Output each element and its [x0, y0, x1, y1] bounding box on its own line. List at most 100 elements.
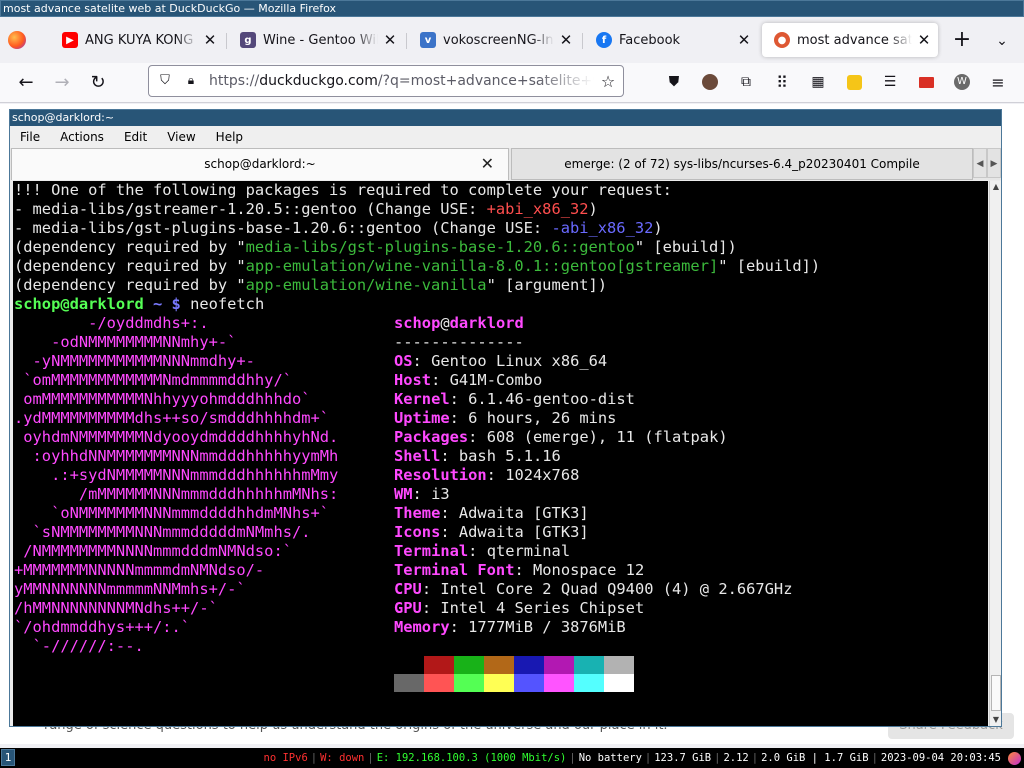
lock-icon[interactable]: 🔒︎: [183, 73, 199, 89]
workspace-button[interactable]: 1: [1, 749, 15, 766]
logo-line: `oNMMMMMMMNNNmmmddddhhdmMNhs+`: [14, 504, 330, 522]
terminal-menubar: File Actions Edit View Help: [10, 126, 1001, 148]
scroll-up-icon[interactable]: ▲: [990, 181, 1002, 193]
facebook-icon: f: [596, 32, 612, 48]
logo-line: /hMMNNNNNNNNMNdhs++/-`: [14, 599, 218, 617]
account-icon[interactable]: W: [953, 73, 971, 91]
tab-gentoo-wiki[interactable]: g Wine - Gentoo Wiki ✕: [228, 23, 404, 57]
terminal-text: " [ebuild]): [718, 257, 821, 275]
bookmark-star-icon[interactable]: ☆: [599, 72, 617, 91]
terminal-tab-emerge[interactable]: emerge: (2 of 72) sys-libs/ncurses-6.4_p…: [511, 148, 973, 180]
neofetch-colon: :: [412, 352, 432, 370]
url-path: /?q=most+advance+satelite+web&t=ffab: [377, 73, 594, 89]
neofetch-colon: :: [486, 466, 506, 484]
color-swatch: [544, 674, 574, 692]
logo-line: -odNMMMMMMMMNNmhy+-`: [14, 333, 237, 351]
prompt-path: ~ $: [143, 295, 191, 313]
tab-youtube[interactable]: ▶ ANG KUYA KONG S ✕: [50, 23, 224, 57]
url-text[interactable]: https://duckduckgo.com/?q=most+advance+s…: [209, 73, 594, 90]
tab-scroll-left-icon[interactable]: ◀: [973, 148, 987, 178]
logo-line: omMMMMMMMMMMMNhhyyyohmdddhhhdo`: [14, 390, 311, 408]
status-block: No battery: [578, 752, 642, 764]
tab-facebook[interactable]: f Facebook ✕: [584, 23, 758, 57]
status-block: 123.7 GiB: [654, 752, 712, 764]
shield-icon[interactable]: ⛉: [157, 73, 173, 89]
package-atom: app-emulation/wine-vanilla: [245, 276, 487, 294]
new-tab-button[interactable]: +: [950, 29, 974, 53]
neofetch-row: Uptime: 6 hours, 26 mins: [394, 409, 616, 428]
logo-line: /mMMMMMMNNNmmmdddhhhhhmMNhs:: [14, 485, 339, 503]
terminal-output[interactable]: !!! One of the following packages is req…: [13, 181, 988, 726]
neofetch-key: Resolution: [394, 466, 487, 484]
menu-actions[interactable]: Actions: [50, 130, 114, 144]
tray-app-icon[interactable]: [1008, 752, 1021, 765]
tab-label: Facebook: [619, 32, 681, 48]
menu-view[interactable]: View: [157, 130, 205, 144]
close-icon[interactable]: ✕: [916, 31, 932, 49]
url-scheme: https://: [209, 73, 260, 89]
shell-prompt-line: schop@darklord ~ $ neofetch: [14, 295, 264, 314]
neofetch-value: Intel Core 2 Quad Q9400 (4) @ 2.667GHz: [440, 580, 793, 598]
neofetch-colon: :: [449, 618, 469, 636]
terminal-window-title: schop@darklord:~: [10, 110, 1001, 126]
sliders-icon[interactable]: ☰: [881, 73, 899, 91]
chevron-down-icon[interactable]: ⌄: [990, 29, 1014, 53]
close-icon[interactable]: ✕: [736, 31, 752, 49]
pocket-icon[interactable]: ⛊: [665, 73, 683, 91]
scroll-down-icon[interactable]: ▼: [990, 714, 1002, 726]
reload-button[interactable]: ↻: [86, 71, 110, 95]
neofetch-host: darklord: [449, 314, 524, 332]
neofetch-colon: :: [449, 390, 469, 408]
neofetch-colon: :: [449, 409, 469, 427]
firefox-tab-strip: ▶ ANG KUYA KONG S ✕ g Wine - Gentoo Wiki…: [0, 17, 1024, 63]
scrollbar-thumb[interactable]: [991, 675, 1001, 711]
status-block: 2.0 GiB | 1.7 GiB: [761, 752, 869, 764]
back-button[interactable]: ←: [14, 71, 38, 95]
tab-scroll-right-icon[interactable]: ▶: [987, 148, 1001, 178]
terminal-text: ): [653, 219, 663, 237]
terminal-text: - media-libs/gst-plugins-base-1.20.6::ge…: [14, 219, 552, 237]
neofetch-key: Terminal: [394, 542, 469, 560]
menu-file[interactable]: File: [10, 130, 50, 144]
color-swatch: [424, 656, 454, 674]
forward-button[interactable]: →: [50, 71, 74, 95]
mail-icon[interactable]: [917, 73, 935, 91]
neofetch-key: Memory: [394, 618, 450, 636]
terminal-tab-shell[interactable]: schop@darklord:~ ✕: [11, 148, 509, 180]
close-icon[interactable]: ✕: [202, 31, 218, 49]
menu-help[interactable]: Help: [206, 130, 253, 144]
terminal-text: " [argument]): [486, 276, 608, 294]
color-swatch: [574, 656, 604, 674]
tab-label: Wine - Gentoo Wiki: [263, 32, 378, 48]
navigation-toolbar: ← → ↻ ⛉ 🔒︎ https://duckduckgo.com/?q=mos…: [0, 63, 1024, 142]
neofetch-key: OS: [394, 352, 413, 370]
terminal-window: schop@darklord:~ File Actions Edit View …: [9, 109, 1002, 727]
terminal-text: (dependency required by ": [14, 257, 246, 275]
prompt-user: schop@darklord: [14, 295, 144, 313]
qr-code-icon[interactable]: ▦: [809, 73, 827, 91]
tab-duckduckgo[interactable]: ● most advance satelite ✕: [762, 23, 938, 57]
neofetch-row: CPU: Intel Core 2 Quad Q9400 (4) @ 2.667…: [394, 580, 792, 599]
neofetch-value: i3: [431, 485, 450, 503]
neofetch-colon: :: [431, 371, 450, 389]
url-bar[interactable]: ⛉ 🔒︎ https://duckduckgo.com/?q=most+adva…: [148, 65, 624, 97]
terminal-scrollbar[interactable]: ▲ ▼: [989, 181, 1001, 726]
terminal-line: !!! One of the following packages is req…: [14, 181, 672, 199]
close-icon[interactable]: ✕: [558, 31, 574, 49]
close-icon[interactable]: ✕: [481, 156, 494, 172]
neofetch-key: Host: [394, 371, 432, 389]
lightbulb-icon[interactable]: [845, 73, 863, 91]
neofetch-colon: :: [440, 447, 459, 465]
avatar-extension-icon[interactable]: [701, 73, 719, 91]
tab-vokoscreen[interactable]: v vokoscreenNG-Insta ✕: [408, 23, 580, 57]
firefox-view-icon[interactable]: [8, 31, 26, 49]
menu-edit[interactable]: Edit: [114, 130, 157, 144]
hamburger-menu-icon[interactable]: ≡: [989, 73, 1007, 92]
logo-line: `-//////:--.: [14, 637, 144, 655]
logo-line: /NMMMMMMMMNNNNmmmdddmNMNdso:`: [14, 542, 292, 560]
extensions-puzzle-icon[interactable]: ⧉: [737, 73, 755, 91]
package-atom: media-libs/gst-plugins-base-1.20.6::gent…: [245, 238, 635, 256]
apps-grid-icon[interactable]: ⠿: [773, 73, 791, 92]
close-icon[interactable]: ✕: [382, 31, 398, 49]
logo-line: `omMMMMMMMMMMMMNmdmmmmddhhy/`: [14, 371, 292, 389]
